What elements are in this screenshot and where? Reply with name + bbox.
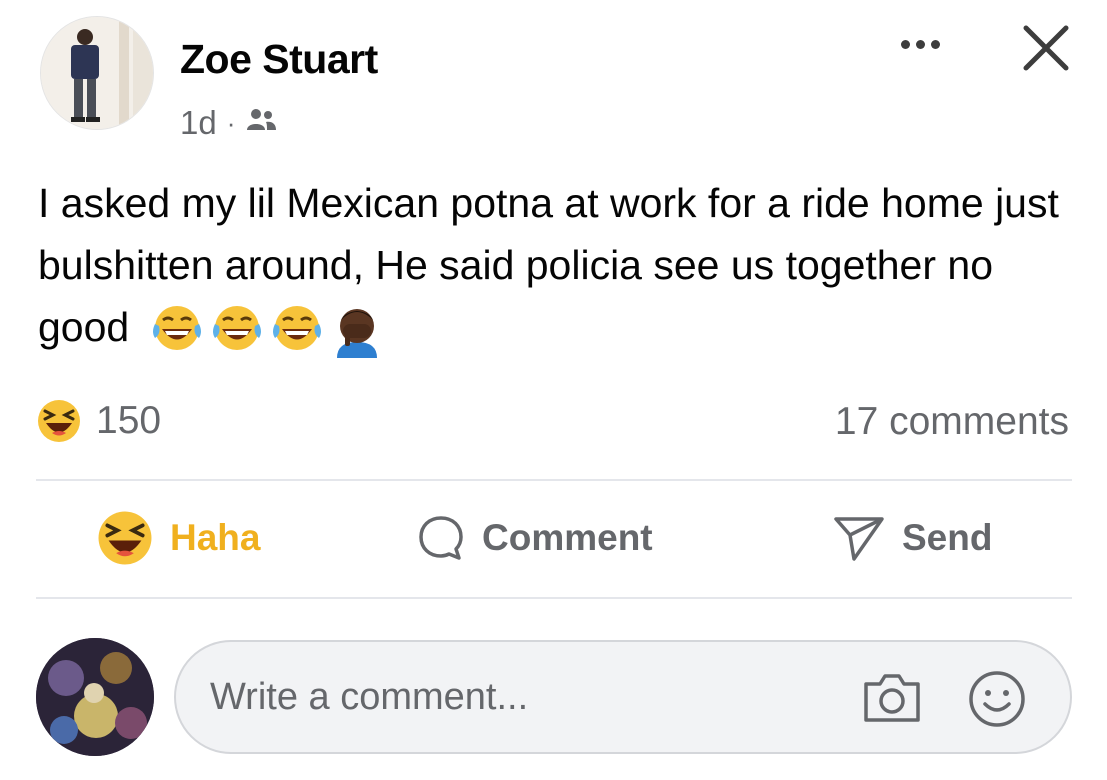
send-button[interactable]: Send: [832, 508, 992, 568]
more-options-button[interactable]: [890, 24, 950, 64]
post-body: I asked my lil Mexican potna at work for…: [38, 172, 1078, 359]
post-timestamp[interactable]: 1d: [180, 104, 217, 142]
close-icon: [1023, 25, 1069, 71]
man-facepalming-emoji: [336, 309, 377, 359]
comment-label: Comment: [482, 517, 653, 558]
divider: [36, 479, 1072, 481]
smiley-icon: [969, 671, 1025, 727]
haha-button[interactable]: Haha: [96, 508, 260, 568]
reaction-count: 150: [96, 399, 162, 442]
author-avatar[interactable]: [40, 16, 154, 130]
more-dot: [900, 39, 910, 49]
emoji-button[interactable]: [966, 668, 1028, 730]
comment-input[interactable]: Write a comment...: [174, 640, 1072, 754]
more-dot: [915, 39, 925, 49]
comment-placeholder: Write a comment...: [210, 676, 529, 718]
tears-of-joy-emoji: [212, 306, 261, 351]
meta-separator: ·: [226, 107, 236, 138]
send-icon: [834, 517, 884, 561]
send-label: Send: [902, 517, 993, 558]
friends-icon[interactable]: [245, 104, 277, 142]
author-name[interactable]: Zoe Stuart: [180, 36, 378, 83]
haha-label: Haha: [170, 517, 261, 558]
haha-reaction-icon: [98, 511, 152, 565]
haha-reaction-icon: [38, 400, 80, 442]
divider: [36, 597, 1072, 599]
comments-count[interactable]: 17 comments: [835, 400, 1069, 444]
comment-button[interactable]: Comment: [416, 508, 653, 568]
reaction-summary[interactable]: 150: [36, 398, 161, 444]
tears-of-joy-emoji: [152, 306, 201, 351]
tears-of-joy-emoji: [272, 306, 321, 351]
post-meta: 1d ·: [180, 104, 277, 142]
comment-icon: [419, 516, 463, 560]
more-dot: [930, 39, 940, 49]
close-button[interactable]: [1016, 18, 1076, 78]
user-avatar[interactable]: [36, 638, 154, 756]
camera-button[interactable]: [860, 670, 924, 726]
post-emojis: [149, 302, 385, 359]
camera-icon: [864, 674, 920, 722]
